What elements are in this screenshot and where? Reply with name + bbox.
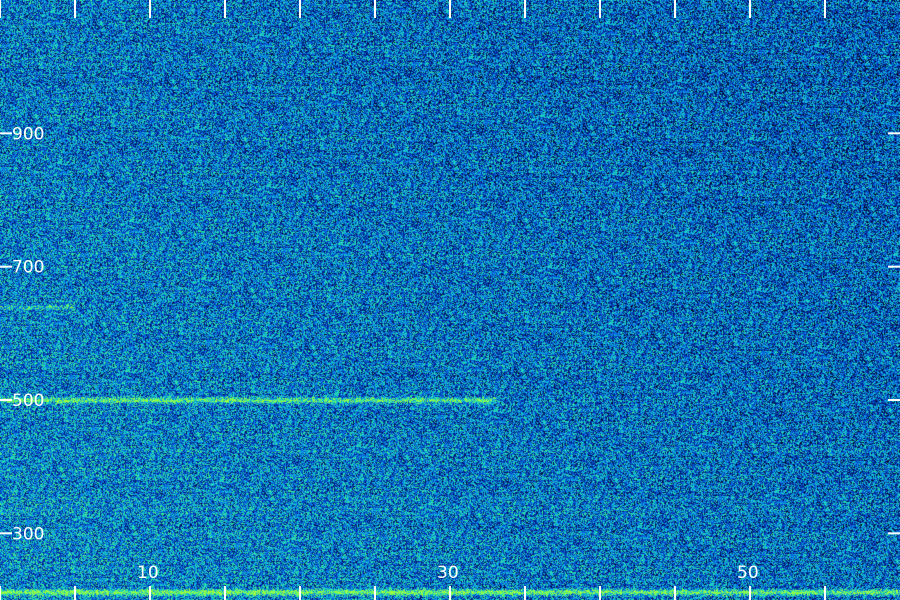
x-tick-label: 50	[737, 563, 759, 583]
y-tick-label: 300	[12, 524, 44, 544]
axis-overlay: 300 500 700 900 10 30 50	[0, 0, 900, 600]
x-tick-label: 30	[437, 563, 459, 583]
spectrogram-plot: 300 500 700 900 10 30 50	[0, 0, 900, 600]
x-tick-label: 10	[137, 563, 159, 583]
y-tick-label: 700	[12, 258, 44, 278]
y-tick-label: 500	[12, 391, 44, 411]
y-tick-label: 900	[12, 124, 44, 144]
